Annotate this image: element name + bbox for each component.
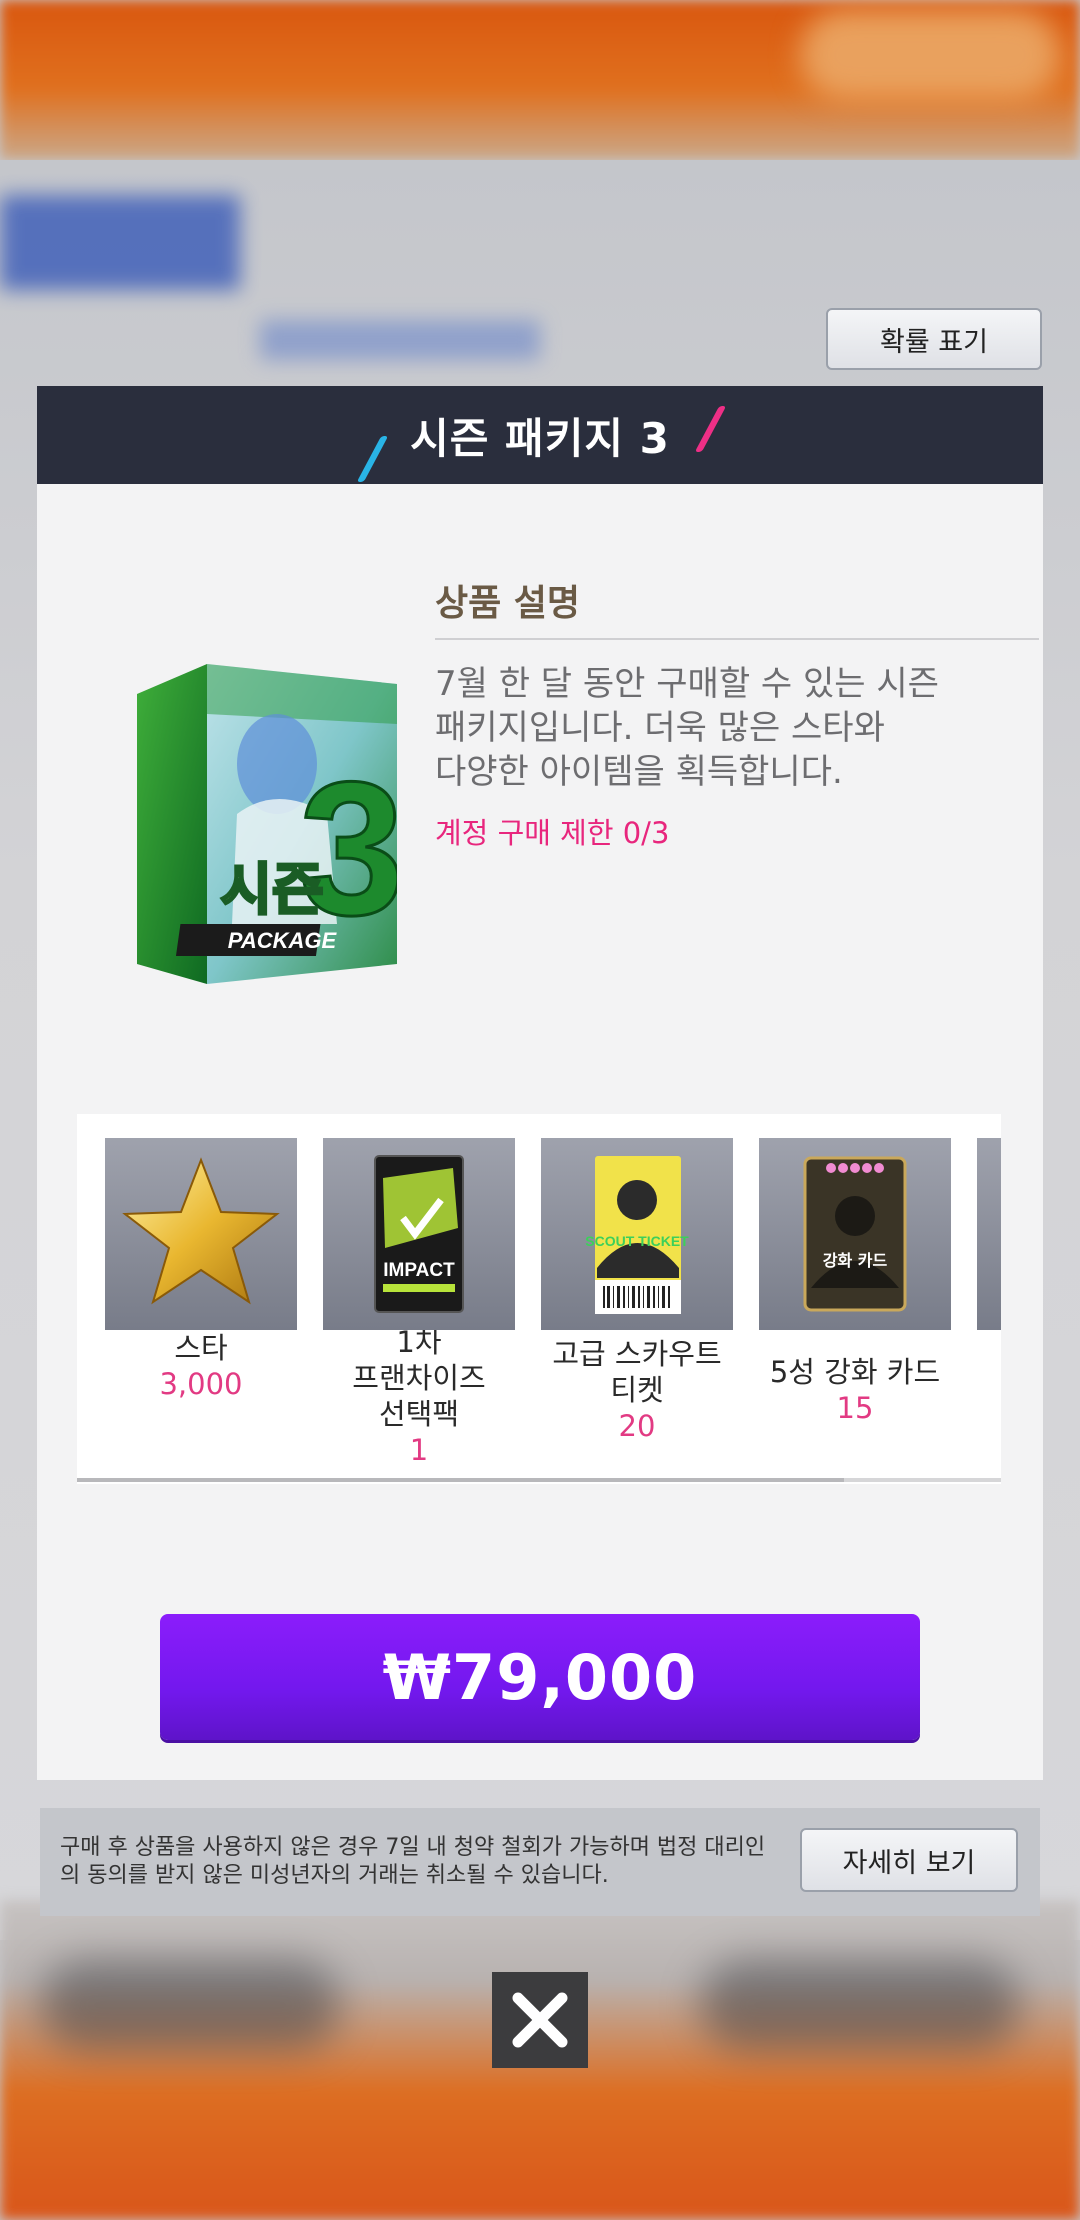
star-icon bbox=[105, 1138, 297, 1330]
svg-text:강화 카드: 강화 카드 bbox=[823, 1251, 888, 1270]
item-list[interactable]: 스타 3,000 IMPACT 1차 프랜차이즈 선택팩 1 SCOUT TIC… bbox=[77, 1114, 1001, 1484]
dialog-title: 시즌 패키지 3 bbox=[410, 413, 670, 463]
slash-decoration bbox=[356, 436, 389, 482]
upgrade-card-icon: 강화 카드 bbox=[759, 1138, 951, 1330]
item-quantity: 1 bbox=[409, 1433, 429, 1467]
svg-text:IMPACT: IMPACT bbox=[383, 1260, 455, 1281]
item-quantity: 20 bbox=[618, 1409, 656, 1443]
item-name: 스타 bbox=[174, 1331, 228, 1365]
description-text: 7월 한 달 동안 구매할 수 있는 시즌 패키지입니다. 더욱 많은 스타와 … bbox=[435, 662, 1035, 794]
svg-text:시즌: 시즌 bbox=[220, 858, 323, 923]
close-icon bbox=[512, 1992, 568, 2048]
list-item[interactable]: SCOUT TICKET 고급 스카우트 티켓 20 bbox=[541, 1138, 733, 1444]
probability-button[interactable]: 확률 표기 bbox=[826, 308, 1042, 370]
franchise-pack-icon: IMPACT bbox=[323, 1138, 515, 1330]
price-label: ₩79,000 bbox=[382, 1640, 698, 1714]
svg-text:PACKAGE: PACKAGE bbox=[228, 928, 338, 953]
description-line: 다양한 아이템을 획득합니다. bbox=[435, 752, 843, 792]
scout-ticket-icon: SCOUT TICKET bbox=[541, 1138, 733, 1330]
notice-box: 구매 후 상품을 사용하지 않은 경우 7일 내 청약 철회가 가능하며 법정 … bbox=[40, 1808, 1040, 1916]
description-line: 패키지입니다. 더욱 많은 스타와 bbox=[435, 708, 885, 748]
dialog-header: 시즌 패키지 3 bbox=[37, 386, 1043, 484]
divider bbox=[435, 638, 1039, 640]
notice-text: 구매 후 상품을 사용하지 않은 경우 7일 내 청약 철회가 가능하며 법정 … bbox=[60, 1835, 766, 1888]
item-quantity: 15 bbox=[836, 1391, 874, 1425]
purchase-limit: 계정 구매 제한 0/3 bbox=[435, 816, 670, 850]
package-box-image: 3 시즌 PACKAGE bbox=[137, 664, 397, 984]
list-item[interactable]: IMPACT 1차 프랜차이즈 선택팩 1 bbox=[323, 1138, 515, 1468]
slash-decoration bbox=[694, 406, 727, 452]
item-name: 1차 프랜차이즈 선택팩 bbox=[352, 1325, 486, 1431]
description-line: 7월 한 달 동안 구매할 수 있는 시즌 bbox=[435, 664, 939, 704]
description-heading: 상품 설명 bbox=[435, 583, 581, 624]
list-item[interactable]: 강화 카드 5성 강화 카드 15 bbox=[759, 1138, 951, 1426]
item-thumbnail bbox=[977, 1138, 1001, 1330]
svg-text:3: 3 bbox=[299, 743, 397, 955]
item-name: 5성 강화 카드 bbox=[769, 1355, 941, 1389]
list-item[interactable] bbox=[977, 1138, 1001, 1330]
scrollbar-thumb[interactable] bbox=[77, 1478, 844, 1482]
package-dialog: 시즌 패키지 3 3 시즌 PACKAGE 상품 설명 7월 한 달 동안 구매… bbox=[37, 386, 1043, 1780]
list-item[interactable]: 스타 3,000 bbox=[105, 1138, 297, 1402]
svg-text:SCOUT TICKET: SCOUT TICKET bbox=[585, 1233, 689, 1249]
item-quantity: 3,000 bbox=[159, 1367, 243, 1401]
item-name: 고급 스카우트 티켓 bbox=[552, 1337, 722, 1407]
view-details-button[interactable]: 자세히 보기 bbox=[800, 1828, 1018, 1892]
buy-button[interactable]: ₩79,000 bbox=[160, 1614, 920, 1740]
close-button[interactable] bbox=[492, 1972, 588, 2068]
